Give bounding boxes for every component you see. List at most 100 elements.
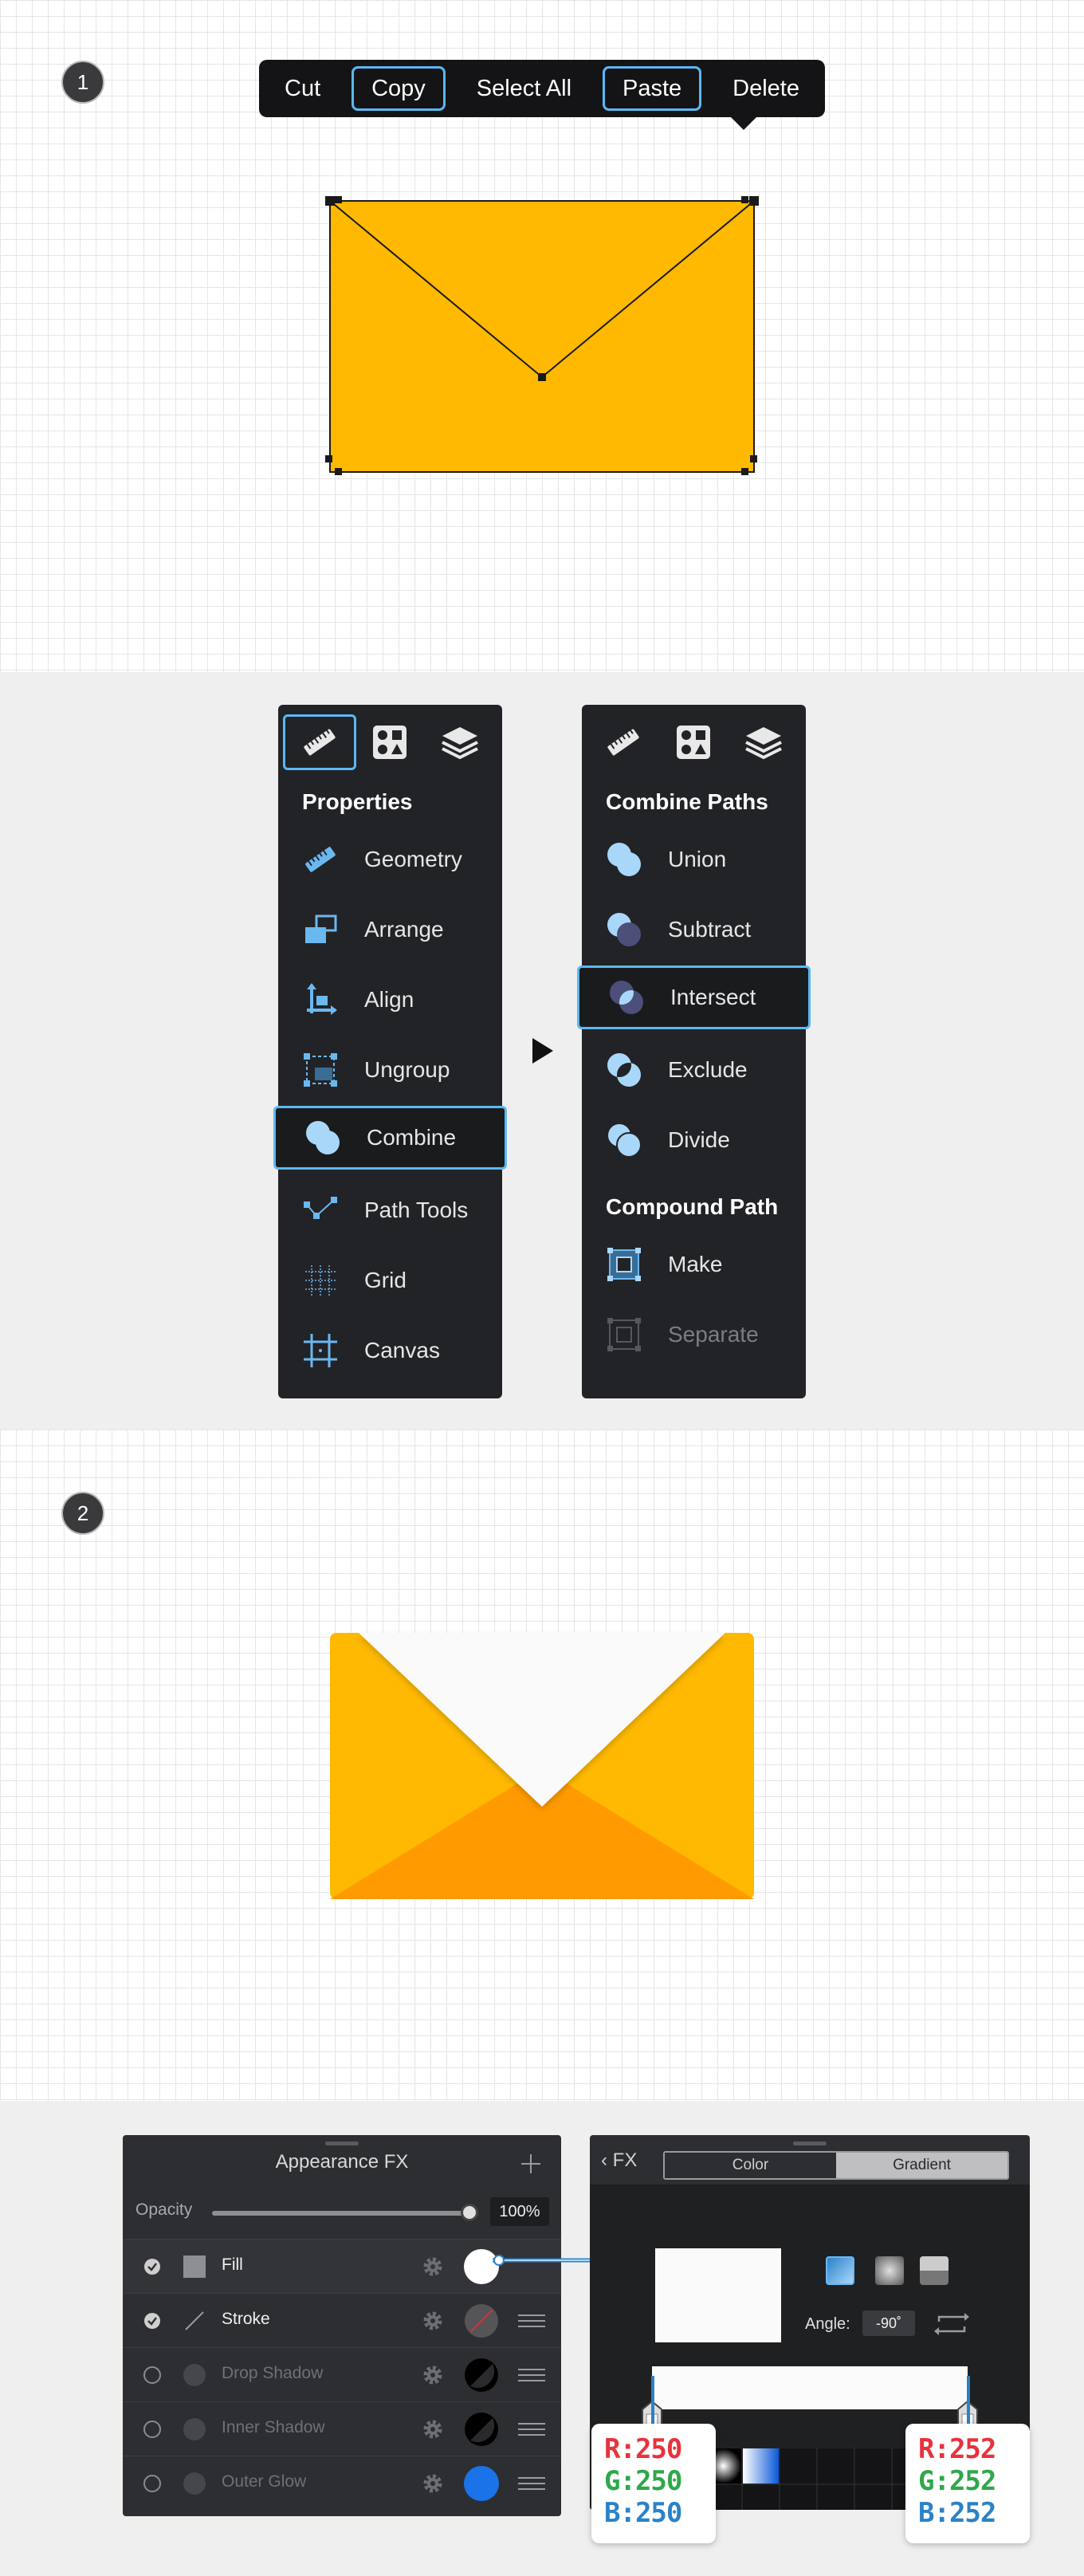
anchor-point[interactable]	[741, 468, 748, 475]
appearance-fx-panel: Appearance FX Opacity 100% Fill Stroke D…	[123, 2135, 561, 2516]
shapes-tab[interactable]	[657, 714, 730, 770]
gear-icon[interactable]	[421, 2472, 445, 2495]
angle-input[interactable]: -90˚	[862, 2311, 915, 2336]
unchecked-icon[interactable]	[143, 2475, 161, 2492]
step-badge-2: 2	[61, 1492, 104, 1535]
subtract-icon	[604, 910, 644, 950]
shadow-color-swatch[interactable]	[464, 2358, 499, 2393]
tab-gradient[interactable]: Gradient	[836, 2153, 1007, 2178]
fx-row-outer-glow[interactable]: Outer Glow	[123, 2456, 561, 2510]
fx-row-stroke[interactable]: Stroke	[123, 2293, 561, 2347]
add-icon[interactable]	[520, 2153, 542, 2175]
menu-item-canvas[interactable]: Canvas	[278, 1319, 502, 1382]
shapes-icon	[373, 726, 406, 759]
ruler-tab[interactable]	[587, 714, 660, 770]
menu-item-paste[interactable]: Paste	[603, 66, 702, 111]
gear-icon[interactable]	[421, 2309, 445, 2333]
quadrant-gradient-icon[interactable]	[920, 2256, 949, 2285]
color-values-card-right: R:252 G:252 B:252	[905, 2424, 1030, 2543]
reorder-icon[interactable]	[518, 2314, 545, 2328]
shadow-color-swatch[interactable]	[464, 2412, 499, 2447]
unchecked-icon[interactable]	[143, 2366, 161, 2384]
arrange-icon	[300, 910, 340, 950]
shapes-icon	[677, 726, 710, 759]
menu-item-cut[interactable]: Cut	[267, 66, 338, 111]
compound-path-heading: Compound Path	[606, 1194, 779, 1219]
canvas-icon	[300, 1331, 340, 1371]
checkmark-icon[interactable]	[143, 2312, 161, 2330]
gear-icon[interactable]	[421, 2417, 445, 2441]
reorder-icon[interactable]	[518, 2476, 545, 2491]
swap-icon[interactable]	[934, 2311, 969, 2338]
layers-tab[interactable]	[727, 714, 800, 770]
menu-item-ungroup[interactable]: Ungroup	[278, 1038, 502, 1102]
reorder-icon[interactable]	[518, 2422, 545, 2436]
fx-row-drop-shadow[interactable]: Drop Shadow	[123, 2347, 561, 2401]
menu-item-label: Divide	[668, 1127, 730, 1152]
anchor-point[interactable]	[325, 455, 332, 462]
menu-item-intersect[interactable]: Intersect	[577, 966, 811, 1029]
unchecked-icon[interactable]	[143, 2421, 161, 2438]
menu-item-grid[interactable]: Grid	[278, 1249, 502, 1312]
chevron-left-icon: ‹	[601, 2149, 607, 2171]
layers-icon	[442, 727, 478, 760]
anchor-point[interactable]	[741, 196, 748, 203]
menu-item-label: Union	[668, 847, 727, 871]
opacity-slider-knob[interactable]	[461, 2204, 478, 2221]
divide-icon	[604, 1120, 644, 1160]
stroke-color-swatch[interactable]	[464, 2303, 499, 2338]
anchor-point[interactable]	[538, 373, 546, 381]
tab-color[interactable]: Color	[665, 2153, 836, 2178]
gear-icon[interactable]	[421, 2363, 445, 2387]
exclude-icon	[604, 1050, 644, 1090]
ruler-tab[interactable]	[283, 714, 356, 770]
menu-item-delete[interactable]: Delete	[715, 66, 817, 111]
menu-item-subtract[interactable]: Subtract	[582, 898, 806, 962]
ruler-icon	[300, 840, 340, 879]
layers-tab[interactable]	[423, 714, 497, 770]
envelope-illustration	[330, 1633, 754, 1899]
combine-paths-heading: Combine Paths	[606, 789, 768, 814]
menu-item-select-all[interactable]: Select All	[459, 66, 589, 111]
glow-color-swatch[interactable]	[464, 2466, 499, 2501]
drag-handle[interactable]	[325, 2141, 359, 2145]
radial-gradient-icon[interactable]	[875, 2256, 904, 2285]
back-label: FX	[612, 2149, 638, 2171]
anchor-point[interactable]	[750, 455, 757, 462]
drag-handle[interactable]	[793, 2141, 827, 2145]
menu-item-copy[interactable]: Copy	[352, 66, 446, 111]
menu-item-divide[interactable]: Divide	[582, 1108, 806, 1172]
envelope-shape-selected[interactable]	[319, 191, 765, 486]
menu-item-align[interactable]: Align	[278, 968, 502, 1032]
grid-icon	[300, 1260, 340, 1300]
menu-item-union[interactable]: Union	[582, 828, 806, 891]
menu-item-combine[interactable]: Combine	[273, 1106, 507, 1170]
menu-item-label: Arrange	[364, 917, 444, 942]
anchor-point[interactable]	[335, 196, 342, 203]
opacity-slider[interactable]	[212, 2211, 467, 2216]
gradient-bar[interactable]	[652, 2366, 968, 2409]
anchor-point[interactable]	[325, 196, 335, 206]
menu-item-path-tools[interactable]: Path Tools	[278, 1178, 502, 1242]
reorder-icon[interactable]	[518, 2368, 545, 2382]
anchor-point[interactable]	[335, 468, 342, 475]
menu-item-label: Geometry	[364, 847, 462, 871]
menu-item-geometry[interactable]: Geometry	[278, 828, 502, 891]
blue-value: B:252	[918, 2497, 996, 2529]
linear-gradient-icon[interactable]	[826, 2256, 854, 2285]
opacity-value[interactable]: 100%	[490, 2197, 549, 2226]
menu-item-separate: Separate	[582, 1303, 806, 1367]
anchor-point[interactable]	[749, 196, 759, 206]
shapes-tab[interactable]	[353, 714, 426, 770]
connector-line	[493, 2255, 598, 2266]
menu-item-arrange[interactable]: Arrange	[278, 898, 502, 962]
gear-icon[interactable]	[421, 2255, 445, 2279]
back-button[interactable]: ‹ FX	[601, 2149, 637, 2172]
menu-item-make[interactable]: Make	[582, 1233, 806, 1296]
combine-icon	[303, 1118, 343, 1158]
checkmark-icon[interactable]	[143, 2258, 161, 2275]
menu-item-exclude[interactable]: Exclude	[582, 1038, 806, 1102]
green-value: G:250	[604, 2465, 682, 2497]
step-number: 2	[77, 1500, 89, 1525]
fx-row-inner-shadow[interactable]: Inner Shadow	[123, 2401, 561, 2456]
